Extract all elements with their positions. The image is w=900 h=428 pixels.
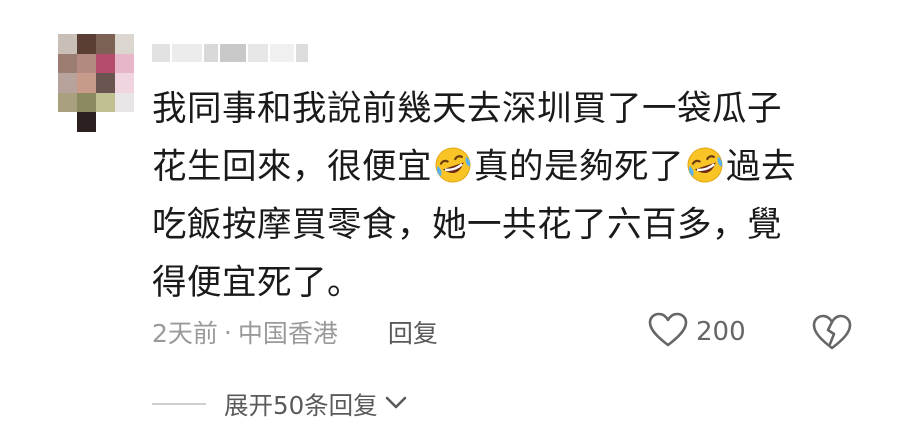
avatar-pixel [58,92,77,113]
avatar-pixel [96,112,115,132]
avatar-pixel [58,73,77,93]
text-segment: 花生回來，很便宜 [152,147,432,187]
meta-separator: · [223,317,232,347]
broken-heart-icon[interactable] [812,312,852,352]
avatar-pixel [96,53,115,74]
avatar-pixel [77,112,96,132]
avatar-pixel [77,53,96,74]
avatar-pixel [96,92,115,113]
comment-line: 我同事和我說前幾天去深圳買了一袋瓜子 [152,80,852,138]
comment-item: 我同事和我說前幾天去深圳買了一袋瓜子 花生回來，很便宜 真的是夠死了 過去 吃飯… [0,0,900,428]
text-segment: 過去 [726,147,796,187]
comment-meta: 2天前 · 中国香港 回复 [152,312,438,352]
comment-line: 吃飯按摩買零食，她一共花了六百多，覺 [152,196,852,254]
heart-outline-icon[interactable] [648,312,688,352]
comment-line: 花生回來，很便宜 真的是夠死了 過去 [152,138,852,196]
avatar-pixel [77,92,96,113]
reply-button[interactable]: 回复 [388,314,438,350]
laughing-emoji-icon [685,145,725,185]
avatar-pixel [77,34,96,54]
avatar-pixel [58,53,77,74]
avatar-pixel [115,92,134,113]
divider-dash [152,403,206,405]
chevron-down-icon[interactable] [384,392,408,416]
laughing-emoji-icon [433,145,473,185]
comment-time: 2天前 [152,319,218,348]
avatar-pixel [115,73,134,93]
like-count: 200 [696,317,746,347]
like-button[interactable]: 200 [648,310,746,354]
expand-replies-button[interactable]: 展开50条回复 [152,384,408,424]
text-segment: 我同事和我說前幾天去深圳買了一袋瓜子 [152,89,782,129]
avatar-pixel [58,112,77,132]
avatar-pixel [96,34,115,54]
comment-location: 中国香港 [237,319,338,348]
comment-line: 得便宜死了。 [152,254,852,312]
avatar[interactable] [58,34,134,132]
comment-text: 我同事和我說前幾天去深圳買了一袋瓜子 花生回來，很便宜 真的是夠死了 過去 吃飯… [152,80,852,312]
avatar-pixel [115,53,134,74]
username[interactable] [152,44,322,62]
text-segment: 吃飯按摩買零食，她一共花了六百多，覺 [152,205,782,245]
text-segment: 得便宜死了。 [152,263,362,303]
avatar-pixel [77,73,96,93]
avatar-pixel [58,34,77,54]
text-segment: 真的是夠死了 [474,147,684,187]
avatar-pixel [96,73,115,93]
avatar-pixel [115,112,134,132]
expand-replies-label: 展开50条回复 [224,390,378,420]
avatar-pixel [115,34,134,54]
